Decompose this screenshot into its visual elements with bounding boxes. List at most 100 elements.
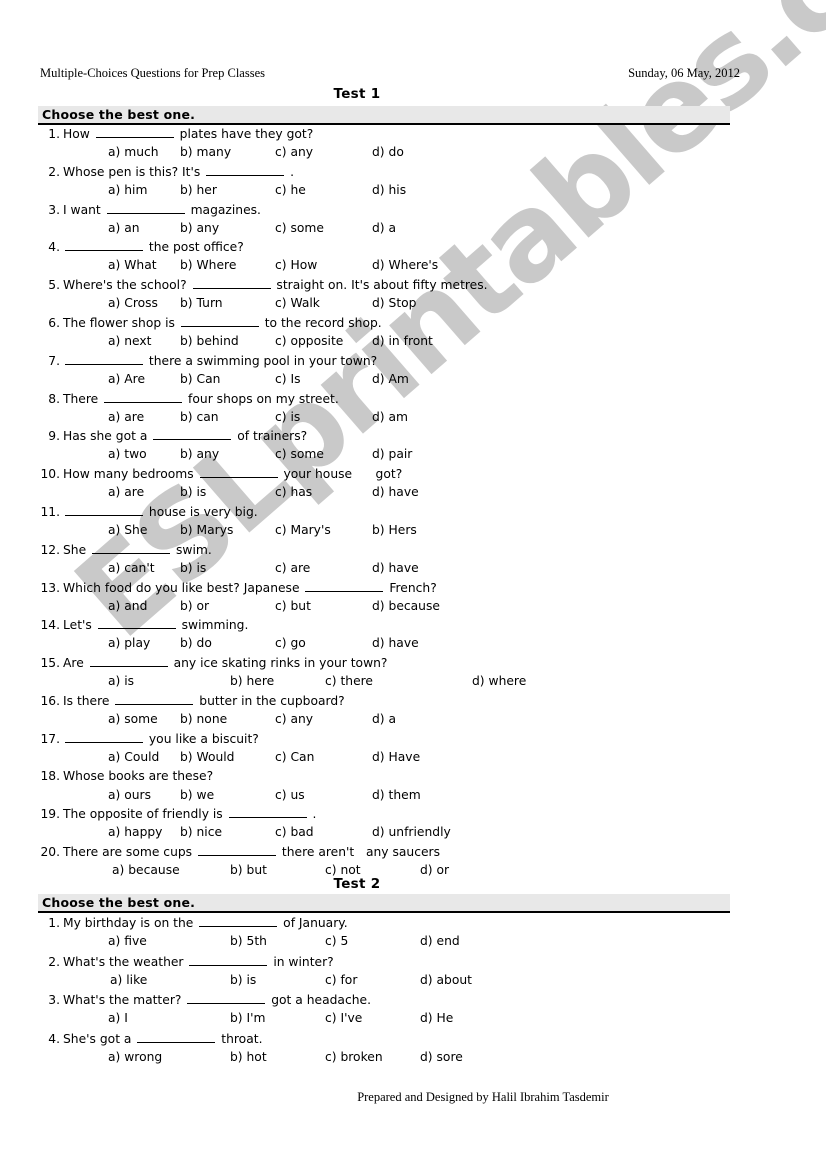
option-choice[interactable]: b) 5th <box>230 934 267 948</box>
option-choice[interactable]: a) wrong <box>108 1050 162 1064</box>
option-choice[interactable]: a) She <box>108 523 147 537</box>
option-choice[interactable]: d) them <box>372 788 421 802</box>
answer-blank[interactable] <box>187 992 266 1004</box>
option-choice[interactable]: d) He <box>420 1011 453 1025</box>
option-choice[interactable]: d) a <box>372 712 396 726</box>
option-choice[interactable]: a) What <box>108 258 157 272</box>
option-choice[interactable]: a) can't <box>108 561 155 575</box>
option-choice[interactable]: c) Mary's <box>275 523 331 537</box>
answer-blank[interactable] <box>65 504 143 516</box>
option-choice[interactable]: d) am <box>372 410 408 424</box>
option-choice[interactable]: d) unfriendly <box>372 825 451 839</box>
option-choice[interactable]: c) for <box>325 973 357 987</box>
option-choice[interactable]: d) pair <box>372 447 412 461</box>
answer-blank[interactable] <box>305 580 384 592</box>
option-choice[interactable]: b) is <box>230 973 256 987</box>
option-choice[interactable]: c) Is <box>275 372 301 386</box>
option-choice[interactable]: b) I'm <box>230 1011 266 1025</box>
answer-blank[interactable] <box>137 1031 216 1043</box>
option-choice[interactable]: a) five <box>108 934 147 948</box>
option-choice[interactable]: b) Hers <box>372 523 417 537</box>
option-choice[interactable]: d) have <box>372 485 419 499</box>
option-choice[interactable]: c) has <box>275 485 312 499</box>
option-choice[interactable]: b) Can <box>180 372 220 386</box>
answer-blank[interactable] <box>228 806 307 819</box>
answer-blank[interactable] <box>153 428 232 441</box>
option-choice[interactable]: a) are <box>108 410 144 424</box>
option-choice[interactable]: a) I <box>108 1011 128 1025</box>
option-choice[interactable]: c) Can <box>275 750 314 764</box>
option-choice[interactable]: b) Turn <box>180 296 223 310</box>
option-choice[interactable]: b) is <box>180 485 206 499</box>
option-choice[interactable]: c) he <box>275 183 306 197</box>
option-choice[interactable]: c) but <box>275 599 311 613</box>
option-choice[interactable]: a) are <box>108 485 144 499</box>
option-choice[interactable]: d) Where's <box>372 258 438 272</box>
option-choice[interactable]: d) a <box>372 221 396 235</box>
answer-blank[interactable] <box>65 353 143 365</box>
answer-blank[interactable] <box>192 277 271 290</box>
answer-blank[interactable] <box>106 202 185 214</box>
option-choice[interactable]: a) him <box>108 183 147 197</box>
option-choice[interactable]: a) like <box>110 973 147 987</box>
option-choice[interactable]: b) or <box>180 599 209 613</box>
option-choice[interactable]: b) do <box>180 636 212 650</box>
option-choice[interactable]: b) Marys <box>180 523 233 537</box>
option-choice[interactable]: a) next <box>108 334 151 348</box>
option-choice[interactable]: a) Cross <box>108 296 158 310</box>
option-choice[interactable]: a) happy <box>108 825 162 839</box>
option-choice[interactable]: b) is <box>180 561 206 575</box>
answer-blank[interactable] <box>97 617 176 630</box>
answer-blank[interactable] <box>197 844 276 857</box>
option-choice[interactable]: c) any <box>275 712 313 726</box>
option-choice[interactable]: a) play <box>108 636 150 650</box>
option-choice[interactable]: b) any <box>180 221 219 235</box>
option-choice[interactable]: a) Are <box>108 372 145 386</box>
option-choice[interactable]: d) end <box>420 934 460 948</box>
answer-blank[interactable] <box>65 731 143 743</box>
option-choice[interactable]: d) Have <box>372 750 420 764</box>
option-choice[interactable]: a) and <box>108 599 147 613</box>
option-choice[interactable]: d) Am <box>372 372 409 386</box>
option-choice[interactable]: a) Could <box>108 750 159 764</box>
answer-blank[interactable] <box>199 466 278 479</box>
option-choice[interactable]: d) have <box>372 561 419 575</box>
option-choice[interactable]: d) his <box>372 183 406 197</box>
answer-blank[interactable] <box>104 391 183 403</box>
option-choice[interactable]: a) an <box>108 221 140 235</box>
option-choice[interactable]: a) some <box>108 712 158 726</box>
option-choice[interactable]: c) I've <box>325 1011 362 1025</box>
option-choice[interactable]: c) us <box>275 788 305 802</box>
option-choice[interactable]: c) 5 <box>325 934 348 948</box>
option-choice[interactable]: b) behind <box>180 334 239 348</box>
answer-blank[interactable] <box>92 542 171 554</box>
option-choice[interactable]: c) there <box>325 674 373 688</box>
option-choice[interactable]: c) any <box>275 145 313 159</box>
option-choice[interactable]: b) her <box>180 183 217 197</box>
answer-blank[interactable] <box>89 655 168 668</box>
option-choice[interactable]: b) many <box>180 145 231 159</box>
option-choice[interactable]: b) none <box>180 712 227 726</box>
option-choice[interactable]: a) two <box>108 447 147 461</box>
option-choice[interactable]: a) much <box>108 145 159 159</box>
option-choice[interactable]: d) sore <box>420 1050 463 1064</box>
option-choice[interactable]: c) go <box>275 636 306 650</box>
option-choice[interactable]: a) ours <box>108 788 151 802</box>
option-choice[interactable]: d) because <box>372 599 440 613</box>
option-choice[interactable]: c) some <box>275 221 324 235</box>
option-choice[interactable]: b) nice <box>180 825 222 839</box>
option-choice[interactable]: b) here <box>230 674 274 688</box>
answer-blank[interactable] <box>199 915 278 927</box>
option-choice[interactable]: c) are <box>275 561 310 575</box>
option-choice[interactable]: c) How <box>275 258 317 272</box>
option-choice[interactable]: b) hot <box>230 1050 267 1064</box>
answer-blank[interactable] <box>95 126 174 138</box>
answer-blank[interactable] <box>180 315 259 327</box>
option-choice[interactable]: d) about <box>420 973 472 987</box>
option-choice[interactable]: c) Walk <box>275 296 320 310</box>
option-choice[interactable]: a) is <box>108 674 134 688</box>
option-choice[interactable]: d) Stop <box>372 296 416 310</box>
option-choice[interactable]: b) Would <box>180 750 235 764</box>
answer-blank[interactable] <box>115 693 194 705</box>
option-choice[interactable]: d) in front <box>372 334 433 348</box>
